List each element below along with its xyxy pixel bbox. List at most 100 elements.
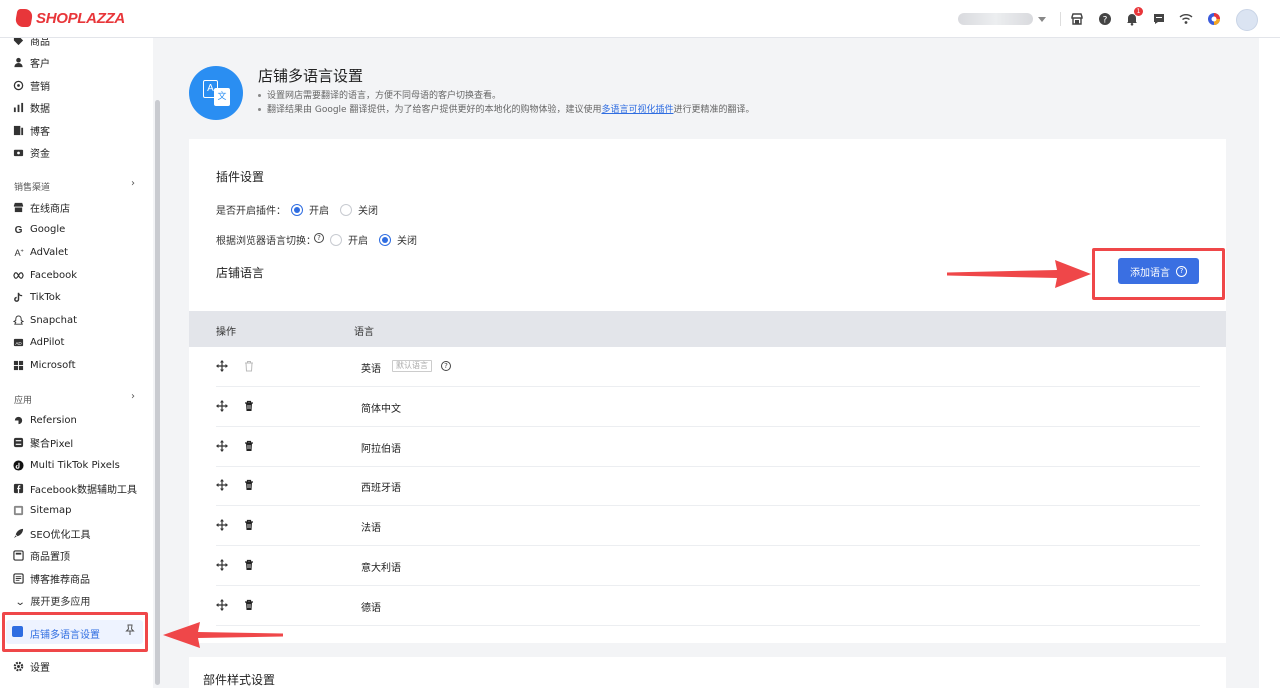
language-row: 英语 默认语言 ?: [216, 347, 1200, 387]
microsoft-icon: [12, 359, 24, 371]
help-icon[interactable]: ?: [1096, 10, 1114, 28]
sidebar-item-blog[interactable]: 博客: [12, 121, 50, 139]
chevron-right-icon[interactable]: ›: [131, 391, 135, 402]
browser-switch-on-radio[interactable]: 开启: [330, 232, 368, 247]
expand-more-apps[interactable]: ⌄ 展开更多应用: [15, 593, 91, 608]
sidebar-section-sales: 销售渠道: [14, 183, 51, 193]
google-icon: G: [12, 223, 24, 235]
divider: [1060, 12, 1061, 26]
drag-handle-icon[interactable]: [216, 440, 228, 452]
pin-top-icon: [12, 549, 24, 561]
sidebar-scrollbar[interactable]: [155, 100, 160, 685]
sidebar-item-adpilot[interactable]: AD AdPilot: [12, 333, 64, 351]
sidebar-item-google[interactable]: G Google: [12, 220, 65, 238]
column-header-action: 操作: [216, 327, 236, 338]
sidebar-item-snapchat[interactable]: Snapchat: [12, 311, 77, 329]
highlight-box-sidebar: [2, 612, 148, 652]
sidebar-item-label: Snapchat: [30, 314, 78, 326]
chevron-right-icon[interactable]: ›: [131, 178, 135, 189]
chat-icon[interactable]: [1150, 10, 1168, 28]
sidebar-item-facebook[interactable]: Facebook: [12, 266, 77, 284]
page-description-1: 设置网店需要翻译的语言，方便不同母语的客户切换查看。: [258, 88, 501, 101]
browser-switch-off-radio[interactable]: 关闭: [379, 232, 417, 247]
sidebar-item-customers[interactable]: 客户: [12, 53, 50, 71]
enable-plugin-on-radio[interactable]: 开启: [291, 202, 329, 217]
facebook-icon: [12, 482, 24, 494]
sidebar-item-blog-recommend[interactable]: 博客推荐商品: [12, 569, 90, 587]
drag-handle-icon[interactable]: [216, 559, 228, 571]
color-wheel-icon[interactable]: [1205, 10, 1223, 28]
drag-handle-icon[interactable]: [216, 599, 228, 611]
sidebar-item-settings[interactable]: 设置: [12, 657, 50, 675]
sidebar-item-finance[interactable]: 资金: [12, 143, 50, 161]
store-switcher[interactable]: [958, 12, 1046, 26]
notification-badge: 1: [1134, 7, 1143, 16]
sidebar-item-pixel[interactable]: 聚合Pixel: [12, 433, 73, 451]
sidebar-item-label: 聚合Pixel: [30, 438, 74, 450]
default-language-tag: 默认语言: [392, 360, 432, 372]
store-icon: [12, 201, 24, 213]
trash-icon[interactable]: [243, 400, 255, 412]
language-name: 法语: [361, 523, 381, 534]
drag-handle-icon[interactable]: [216, 400, 228, 412]
sidebar-item-label: 设置: [30, 662, 50, 674]
sidebar-item-online-store[interactable]: 在线商店: [12, 198, 70, 216]
drag-handle-icon[interactable]: [216, 479, 228, 491]
sidebar-item-microsoft[interactable]: Microsoft: [12, 356, 76, 374]
sidebar-item-seo-tool[interactable]: SEO优化工具: [12, 524, 91, 542]
language-name: 德语: [361, 603, 381, 614]
shoplazza-logo[interactable]: SHOPLAZZA: [14, 9, 125, 27]
sidebar-item-analytics[interactable]: 数据: [12, 98, 50, 116]
trash-icon[interactable]: [243, 519, 255, 531]
trash-icon[interactable]: [243, 440, 255, 452]
bell-icon[interactable]: 1: [1123, 7, 1143, 28]
visual-plugin-link[interactable]: 多语言可视化插件: [601, 105, 673, 115]
sidebar-item-label: 数据: [30, 103, 50, 115]
sidebar-item-marketing[interactable]: 营销: [12, 76, 50, 94]
trash-icon[interactable]: [243, 479, 255, 491]
user-avatar[interactable]: [1236, 9, 1258, 31]
page-scrollbar-track[interactable]: [1259, 38, 1280, 688]
sidebar-item-label: Sitemap: [30, 504, 72, 516]
radio-circle: [379, 233, 391, 246]
drag-handle-icon[interactable]: [216, 519, 228, 531]
sidebar-item-advalet[interactable]: A + AdValet: [12, 243, 68, 261]
gear-icon: [12, 660, 24, 672]
blog-product-icon: [12, 572, 24, 584]
enable-plugin-off-radio[interactable]: 关闭: [340, 202, 378, 217]
sidebar-item-label: Microsoft: [30, 359, 76, 371]
drag-handle-icon[interactable]: [216, 360, 228, 372]
language-row: 阿拉伯语: [216, 427, 1200, 467]
sidebar-item-products[interactable]: 商品: [12, 38, 50, 49]
bar-chart-icon: [12, 101, 24, 113]
help-icon[interactable]: ?: [314, 233, 324, 243]
column-header-language: 语言: [354, 327, 374, 338]
sidebar-item-sitemap[interactable]: Sitemap: [12, 501, 71, 519]
help-icon[interactable]: ?: [441, 361, 451, 371]
trash-icon[interactable]: [243, 559, 255, 571]
wallet-icon: [12, 146, 24, 158]
sidebar-item-facebook-data-tool[interactable]: Facebook数据辅助工具: [12, 479, 137, 497]
sidebar-item-label: Facebook: [30, 269, 77, 281]
radio-circle: [340, 203, 352, 216]
snapchat-icon: [12, 314, 24, 326]
sidebar-item-label: 客户: [30, 58, 50, 70]
blog-icon: [12, 124, 24, 136]
sidebar-item-label: 博客推荐商品: [30, 574, 90, 586]
sidebar-item-label: 商品: [30, 38, 50, 48]
language-name: 西班牙语: [361, 483, 401, 494]
tag-icon: [12, 38, 24, 46]
wifi-icon[interactable]: [1177, 10, 1195, 28]
tiktok-pixel-icon: [12, 459, 24, 471]
store-icon[interactable]: [1068, 10, 1086, 28]
sidebar-item-refersion[interactable]: Refersion: [12, 411, 77, 429]
sidebar-item-product-pin[interactable]: 商品置顶: [12, 546, 70, 564]
sidebar-item-tiktok[interactable]: TikTok: [12, 288, 61, 306]
language-row: 简体中文: [216, 387, 1200, 427]
trash-icon[interactable]: [243, 599, 255, 611]
sidebar-item-label: Google: [30, 223, 66, 235]
language-row: 西班牙语: [216, 466, 1200, 506]
rocket-icon: [12, 527, 24, 539]
sidebar-item-multi-tiktok-pixels[interactable]: Multi TikTok Pixels: [12, 456, 120, 474]
pixel-icon: [12, 436, 24, 448]
